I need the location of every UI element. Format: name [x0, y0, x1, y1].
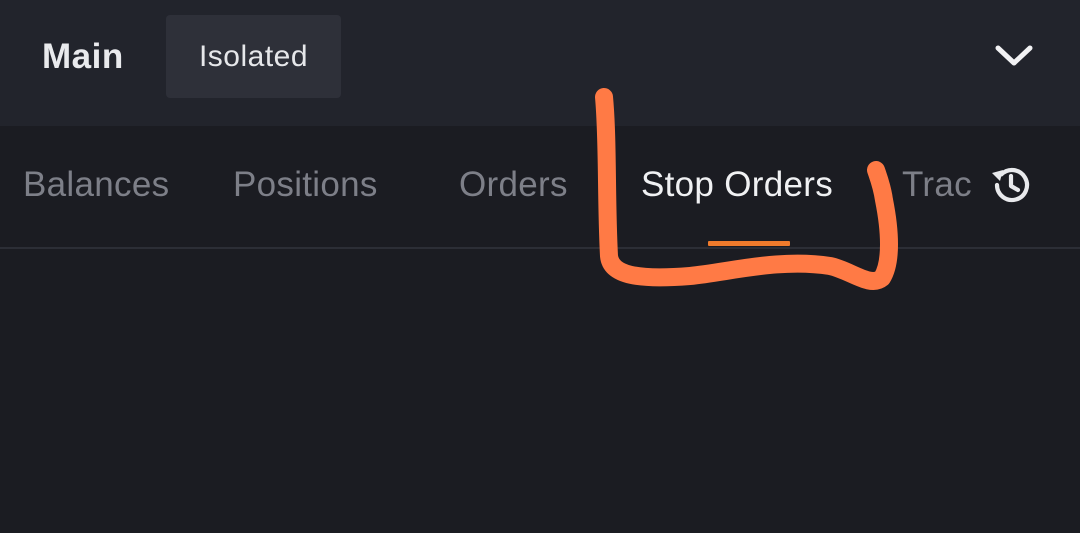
active-tab-underline	[708, 241, 790, 246]
history-button[interactable]	[986, 160, 1036, 210]
tab-balances[interactable]: Balances	[23, 162, 169, 208]
account-main-label[interactable]: Main	[42, 36, 124, 78]
tab-trades-clip: Trac	[902, 162, 974, 208]
isolated-button[interactable]: Isolated	[166, 15, 341, 98]
tab-positions[interactable]: Positions	[233, 162, 378, 208]
account-bar: Main Isolated	[0, 0, 1080, 126]
chevron-down-icon	[995, 45, 1033, 66]
tab-trades[interactable]: Trac	[902, 162, 972, 208]
dropdown-toggle-button[interactable]	[986, 30, 1042, 82]
tab-orders[interactable]: Orders	[459, 162, 568, 208]
app-screen: Main Isolated Balances Positions Orders …	[0, 0, 1080, 533]
tab-stop-orders[interactable]: Stop Orders	[641, 162, 833, 208]
history-icon	[992, 167, 1030, 203]
tab-bar: Balances Positions Orders Stop Orders Tr…	[0, 126, 1080, 249]
stop-orders-content	[0, 249, 1080, 533]
